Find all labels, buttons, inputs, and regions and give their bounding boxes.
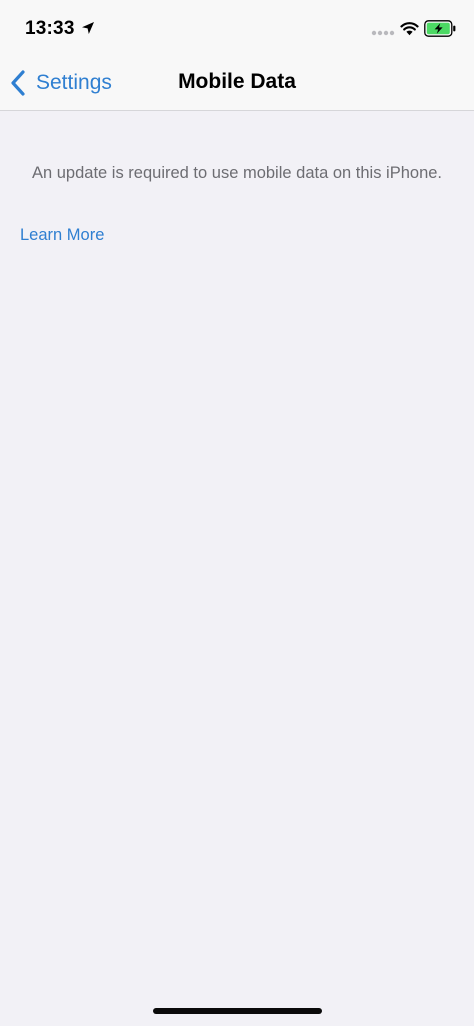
home-indicator[interactable] [153,1008,322,1014]
update-required-message: An update is required to use mobile data… [31,164,443,182]
learn-more-link[interactable]: Learn More [20,226,104,245]
chevron-left-icon [11,70,25,96]
cellular-signal-icon [371,30,395,36]
navigation-bar: Mobile Data Settings [0,52,474,111]
status-bar: 13:33 [0,0,474,52]
back-button-label: Settings [36,71,112,94]
wifi-icon [400,22,419,36]
location-arrow-icon [82,22,94,34]
back-button[interactable]: Settings [10,68,112,98]
battery-charging-icon [424,20,456,37]
top-bar: 13:33 Mobile Data Settings [0,0,474,111]
status-time: 13:33 [25,18,75,39]
